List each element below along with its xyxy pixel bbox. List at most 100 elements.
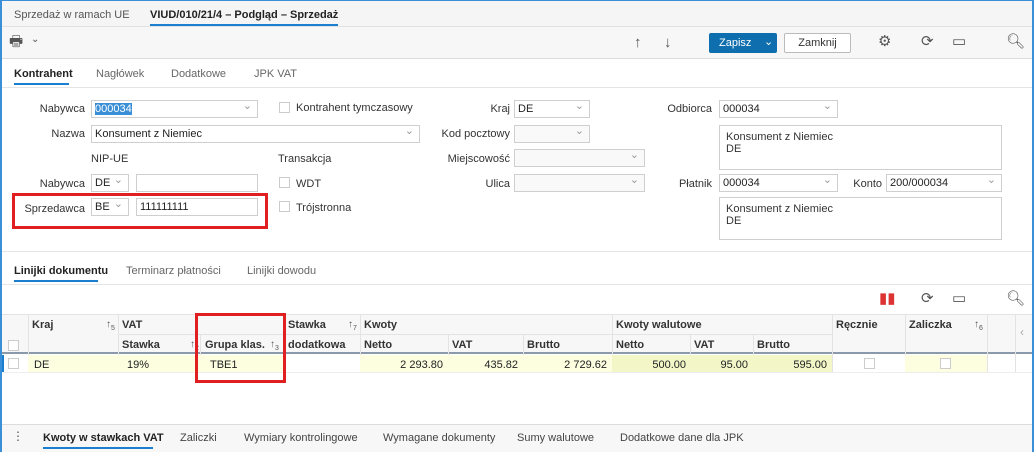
highlight-box-sprzedawca <box>12 193 268 229</box>
kraj-label: Kraj <box>490 103 510 115</box>
sort-icon[interactable]: ↑5 <box>106 319 115 332</box>
search-filter-icon[interactable]: 🔍︎ <box>1006 34 1025 49</box>
nazwa-label: Nazwa <box>51 128 85 140</box>
trojstronna-checkbox[interactable] <box>279 201 290 212</box>
konto-select[interactable]: 200/000034 <box>886 172 1002 192</box>
window-tab-document[interactable]: VIUD/010/21/4 – Podgląd – Sprzedaż w <box>150 9 338 21</box>
form-tab-underline <box>14 83 69 85</box>
save-label: Zapisz <box>719 37 752 49</box>
trojstronna-label: Trójstronna <box>296 202 352 214</box>
row-checkbox[interactable] <box>8 358 19 369</box>
window-settings-icon[interactable]: ▭ <box>952 34 966 49</box>
cell-wal-netto: 500.00 <box>652 359 686 371</box>
bottom-tab-wymagane[interactable]: Wymagane dokumenty <box>383 432 495 444</box>
kraj-select[interactable]: DE <box>514 98 590 118</box>
settings-gear-icon[interactable]: ⚙ <box>878 34 891 49</box>
toolbar: 🖶 ⌄ ↑ ↓ Zapisz ⌄ Zamknij ⚙ ⟳ ▭ 🔍︎ <box>0 27 1034 59</box>
save-button[interactable]: Zapisz ⌄ <box>709 33 777 53</box>
window-settings-icon[interactable]: ▭ <box>952 291 966 306</box>
col-stawka[interactable]: Stawka <box>122 339 160 351</box>
nabywca-label: Nabywca <box>39 103 85 115</box>
miejscowosc-select[interactable] <box>514 147 645 167</box>
chevron-down-icon[interactable]: ⌄ <box>764 35 773 48</box>
col-brutto[interactable]: Brutto <box>527 339 560 351</box>
sort-icon[interactable]: ↑6 <box>974 319 983 332</box>
active-tab-underline <box>150 24 338 26</box>
search-filter-icon[interactable]: 🔍︎ <box>1006 291 1025 306</box>
zaliczka-checkbox[interactable] <box>940 358 951 369</box>
col-wal-netto[interactable]: Netto <box>616 339 644 351</box>
bottom-tab-kwoty[interactable]: Kwoty w stawkach VAT <box>43 432 164 444</box>
nip-nabywca-country-select[interactable]: DE <box>91 172 129 192</box>
col-kwoty-walutowe-group: Kwoty walutowe <box>616 319 702 331</box>
line-tab-linijki[interactable]: Linijki dokumentu <box>14 265 108 277</box>
col-kwoty-group: Kwoty <box>364 319 397 331</box>
arrow-down-icon[interactable]: ↓ <box>664 35 672 50</box>
more-vertical-icon[interactable]: ⋮ <box>12 430 24 442</box>
wdt-checkbox[interactable] <box>279 177 290 188</box>
kod-pocztowy-label: Kod pocztowy <box>441 128 510 140</box>
chart-icon[interactable]: ▮▮ <box>879 291 896 306</box>
form-tab-dodatkowe[interactable]: Dodatkowe <box>171 68 226 80</box>
odbiorca-label: Odbiorca <box>667 103 712 115</box>
nip-nabywca-input[interactable] <box>136 174 258 192</box>
window-tab-bar: Sprzedaż w ramach UE VIUD/010/21/4 – Pod… <box>0 0 1034 27</box>
col-vat-group: VAT <box>122 319 143 331</box>
bottom-tab-underline <box>43 447 153 449</box>
divider <box>0 87 1034 88</box>
odbiorca-address[interactable]: Konsument z Niemiec DE <box>719 125 1002 170</box>
col-stawka-dodatkowa-2: dodatkowa <box>288 339 346 351</box>
nazwa-select[interactable]: Konsument z Niemiec <box>91 123 420 143</box>
line-tab-dowodu[interactable]: Linijki dowodu <box>247 265 316 277</box>
platnik-select[interactable]: 000034 <box>719 172 838 192</box>
line-tab-underline <box>14 280 98 282</box>
nabywca-select[interactable]: 000034 <box>91 98 258 118</box>
form-tab-jpk[interactable]: JPK VAT <box>254 68 297 80</box>
miejscowosc-label: Miejscowość <box>447 153 510 165</box>
kod-pocztowy-select[interactable] <box>514 123 590 143</box>
cell-kraj: DE <box>34 359 50 371</box>
col-recznie[interactable]: Ręcznie <box>836 319 878 331</box>
form-tab-kontrahent[interactable]: Kontrahent <box>14 68 73 80</box>
transakcja-label: Transakcja <box>278 153 332 165</box>
chevron-left-icon[interactable]: ‹ <box>1020 326 1024 338</box>
cell-wal-vat: 95.00 <box>720 359 748 371</box>
close-button[interactable]: Zamknij <box>784 33 851 53</box>
bottom-tab-wymiary[interactable]: Wymiary kontrolingowe <box>244 432 358 444</box>
line-tab-terminarz[interactable]: Terminarz płatności <box>126 265 221 277</box>
cell-vat: 435.82 <box>484 359 518 371</box>
col-stawka-dodatkowa[interactable]: Stawka <box>288 319 326 331</box>
nabywca-value: 000034 <box>95 103 132 115</box>
cell-netto: 2 293.80 <box>400 359 443 371</box>
col-netto[interactable]: Netto <box>364 339 392 351</box>
refresh-icon[interactable]: ⟳ <box>921 291 934 306</box>
bottom-tab-jpk[interactable]: Dodatkowe dane dla JPK <box>620 432 744 444</box>
col-vat[interactable]: VAT <box>452 339 472 351</box>
chevron-down-icon[interactable]: ⌄ <box>31 35 39 45</box>
col-zaliczka[interactable]: Zaliczka <box>909 319 952 331</box>
col-wal-vat[interactable]: VAT <box>694 339 714 351</box>
form-tab-naglowek[interactable]: Nagłówek <box>96 68 144 80</box>
nip-ue-label: NIP-UE <box>91 153 129 165</box>
recznie-checkbox[interactable] <box>864 358 875 369</box>
platnik-label: Płatnik <box>678 178 712 190</box>
odbiorca-select[interactable]: 000034 <box>719 98 838 118</box>
nip-nabywca-label: Nabywca <box>39 178 85 190</box>
kontrahent-tymczasowy-label: Kontrahent tymczasowy <box>296 102 413 114</box>
divider <box>0 251 1034 252</box>
select-all-checkbox[interactable] <box>8 340 19 351</box>
bottom-tab-zaliczki[interactable]: Zaliczki <box>180 432 217 444</box>
refresh-icon[interactable]: ⟳ <box>921 34 934 49</box>
col-kraj[interactable]: Kraj <box>32 319 53 331</box>
cell-wal-brutto: 595.00 <box>793 359 827 371</box>
platnik-address[interactable]: Konsument z Niemiec DE <box>719 197 1002 240</box>
ulica-select[interactable] <box>514 172 645 192</box>
window-tab-sprzedaz[interactable]: Sprzedaż w ramach UE <box>14 9 130 21</box>
divider <box>0 284 1034 285</box>
col-wal-brutto[interactable]: Brutto <box>757 339 790 351</box>
kontrahent-tymczasowy-checkbox[interactable] <box>279 102 290 113</box>
bottom-tab-sumy[interactable]: Sumy walutowe <box>517 432 594 444</box>
sort-icon[interactable]: ↑7 <box>348 319 357 332</box>
arrow-up-icon[interactable]: ↑ <box>634 35 642 50</box>
print-icon[interactable]: 🖶 <box>9 34 23 49</box>
